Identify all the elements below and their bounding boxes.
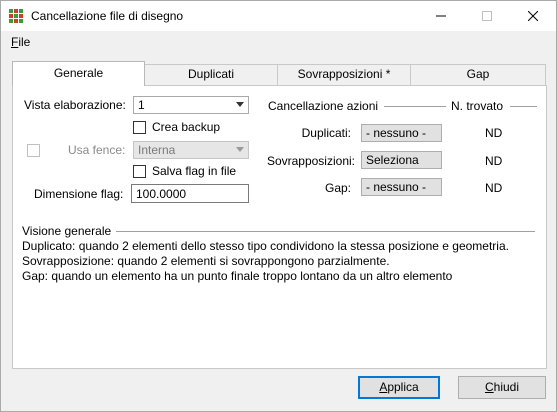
tab-sovrapposizioni[interactable]: Sovrapposizioni * <box>277 64 411 85</box>
sovrapposizioni-found-value: ND <box>485 154 503 168</box>
salva-flag-label: Salva flag in file <box>152 164 237 178</box>
minimize-icon <box>436 15 446 17</box>
overview-line-duplicato: Duplicato: quando 2 elementi dello stess… <box>22 239 509 253</box>
maximize-icon <box>482 11 492 21</box>
overview-header: Visione generale <box>22 224 112 238</box>
close-button[interactable]: Chiudi <box>458 376 546 399</box>
crea-backup-checkbox[interactable] <box>133 121 146 134</box>
menu-bar: File <box>1 33 556 53</box>
gap-action-select[interactable]: - nessuno - <box>361 178 442 196</box>
title-bar[interactable]: Cancellazione file di disegno <box>1 1 556 31</box>
salva-flag-checkbox[interactable] <box>133 165 146 178</box>
vista-select-value: 1 <box>138 98 145 112</box>
vista-select[interactable]: 1 <box>133 96 249 114</box>
tab-generale[interactable]: Generale <box>12 61 145 86</box>
usa-fence-label: Usa fence: <box>68 143 126 157</box>
duplicati-action-select[interactable]: - nessuno - <box>361 124 442 142</box>
overview-line-sovrapposizione: Sovrapposizione: quando 2 elementi si so… <box>22 254 390 268</box>
close-mnemonic: C <box>484 380 494 394</box>
close-label-rest: hiudi <box>493 380 520 394</box>
menu-file[interactable]: File <box>11 35 30 49</box>
actions-divider <box>384 106 446 107</box>
app-grid-icon <box>9 9 23 23</box>
vista-label: Vista elaborazione: <box>24 98 126 112</box>
found-divider <box>510 106 537 107</box>
usa-fence-select-value: Interna <box>138 143 176 157</box>
tab-duplicati[interactable]: Duplicati <box>144 64 278 85</box>
sovrapposizioni-action-label: Sovrapposizioni: <box>266 154 355 168</box>
dimensione-flag-input[interactable] <box>131 184 249 203</box>
usa-fence-checkbox[interactable] <box>27 144 40 157</box>
overview-line-gap: Gap: quando un elemento ha un punto fina… <box>22 269 453 283</box>
close-window-button[interactable] <box>510 1 556 31</box>
usa-fence-select[interactable]: Interna <box>133 141 249 159</box>
overview-divider <box>116 231 535 232</box>
window-title: Cancellazione file di disegno <box>31 9 184 23</box>
sovrapposizioni-action-select[interactable]: Seleziona <box>361 151 442 169</box>
actions-header: Cancellazione azioni <box>268 99 379 113</box>
apply-label-rest: pplica <box>387 380 419 394</box>
duplicati-found-value: ND <box>485 126 503 140</box>
found-header: N. trovato <box>451 99 504 113</box>
chevron-down-icon <box>236 102 244 107</box>
dimensione-flag-label: Dimensione flag: <box>34 187 124 201</box>
tab-strip: Generale Duplicati Sovrapposizioni * Gap <box>12 61 547 86</box>
duplicati-action-label: Duplicati: <box>301 126 351 140</box>
chevron-down-icon <box>236 147 244 152</box>
tab-panel-generale: Vista elaborazione: 1 Crea backup Usa fe… <box>12 85 547 369</box>
tab-gap[interactable]: Gap <box>410 64 546 85</box>
crea-backup-label: Crea backup <box>152 120 221 134</box>
gap-found-value: ND <box>485 181 503 195</box>
dialog-window: Cancellazione file di disegno File Gener… <box>0 0 557 412</box>
close-icon <box>528 11 538 21</box>
menu-file-rest: ile <box>18 35 31 49</box>
maximize-button[interactable] <box>464 1 510 31</box>
minimize-button[interactable] <box>418 1 464 31</box>
apply-button[interactable]: Applica <box>358 376 440 399</box>
gap-action-label: Gap: <box>324 181 351 195</box>
